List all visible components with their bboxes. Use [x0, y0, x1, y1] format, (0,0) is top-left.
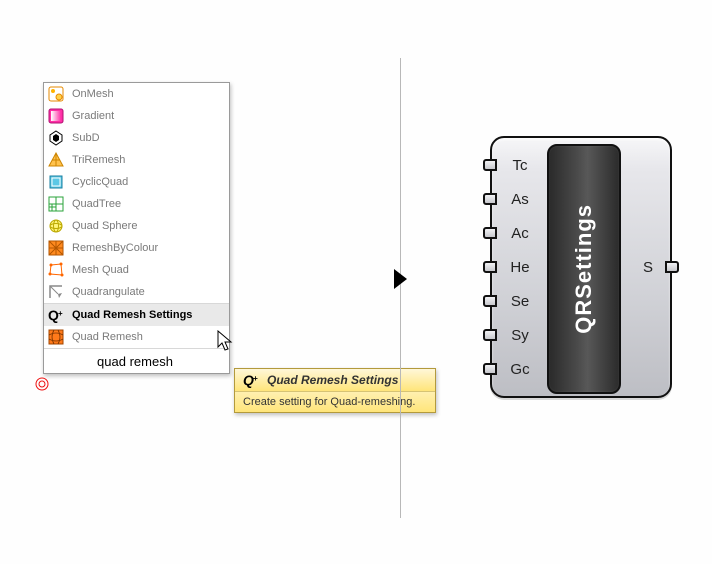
- input-port-se[interactable]: Se: [483, 292, 531, 310]
- port-label: Tc: [509, 157, 531, 174]
- menu-item-triremesh[interactable]: TriRemesh: [44, 149, 229, 171]
- menu-item-label: Quad Sphere: [72, 220, 137, 232]
- port-pin-icon: [483, 295, 497, 307]
- input-port-gc[interactable]: Gc: [483, 360, 531, 378]
- port-label: Sy: [509, 327, 531, 344]
- tooltip: Q+ Quad Remesh Settings Create setting f…: [234, 368, 436, 413]
- input-port-sy[interactable]: Sy: [483, 326, 531, 344]
- input-port-as[interactable]: As: [483, 190, 531, 208]
- menu-item-label: Quad Remesh: [72, 331, 143, 343]
- subd-icon: [48, 130, 64, 146]
- port-label: Ac: [509, 225, 531, 242]
- qplus-icon: Q+: [48, 307, 64, 323]
- menu-item-meshquad[interactable]: Mesh Quad: [44, 259, 229, 281]
- menu-item-subd[interactable]: SubD: [44, 127, 229, 149]
- input-port-ac[interactable]: Ac: [483, 224, 531, 242]
- quadtree-icon: [48, 196, 64, 212]
- input-ports: Tc As Ac He Se Sy Gc: [483, 156, 531, 378]
- port-pin-icon: [483, 261, 497, 273]
- gradient-icon: [48, 108, 64, 124]
- svg-text:+: +: [58, 309, 63, 318]
- arrow-right-icon: [393, 268, 409, 293]
- menu-item-cyclicquad[interactable]: CyclicQuad: [44, 171, 229, 193]
- menu-item-onmesh[interactable]: OnMesh: [44, 83, 229, 105]
- output-ports: S: [643, 258, 679, 276]
- svg-text:+: +: [253, 374, 258, 383]
- tooltip-title: Quad Remesh Settings: [267, 373, 398, 387]
- meshquad-icon: [48, 262, 64, 278]
- menu-item-gradient[interactable]: Gradient: [44, 105, 229, 127]
- menu-item-quadtree[interactable]: QuadTree: [44, 193, 229, 215]
- menu-item-label: TriRemesh: [72, 154, 125, 166]
- menu-item-quadrangulate[interactable]: Quadrangulate: [44, 281, 229, 303]
- component-search-input[interactable]: [45, 350, 225, 372]
- port-label: He: [509, 259, 531, 276]
- input-port-tc[interactable]: Tc: [483, 156, 531, 174]
- quadsphere-icon: [48, 218, 64, 234]
- port-pin-icon: [483, 363, 497, 375]
- port-pin-icon: [483, 329, 497, 341]
- port-label: As: [509, 191, 531, 208]
- port-label: Gc: [509, 361, 531, 378]
- port-pin-icon: [483, 159, 497, 171]
- tooltip-body: Create setting for Quad-remeshing.: [235, 391, 435, 412]
- component-qrsettings[interactable]: QRSettings Tc As Ac He Se Sy: [490, 136, 672, 398]
- component-search-popup: OnMesh Gradient SubD TriRemesh CyclicQua…: [43, 82, 230, 374]
- quadremesh-icon: [48, 329, 64, 345]
- menu-item-remeshbycolour[interactable]: RemeshByColour: [44, 237, 229, 259]
- menu-item-label: Mesh Quad: [72, 264, 129, 276]
- port-pin-icon: [483, 227, 497, 239]
- menu-item-label: Gradient: [72, 110, 114, 122]
- menu-item-quadsphere[interactable]: Quad Sphere: [44, 215, 229, 237]
- port-pin-icon: [483, 193, 497, 205]
- component-capsule: QRSettings: [547, 144, 621, 394]
- target-ring-icon: [34, 376, 50, 395]
- menu-item-quad-remesh-settings[interactable]: Q+ Quad Remesh Settings: [44, 303, 229, 326]
- qplus-icon: Q+: [243, 372, 259, 388]
- cyclicquad-icon: [48, 174, 64, 190]
- port-label: S: [643, 259, 653, 276]
- menu-item-label: Quad Remesh Settings: [72, 309, 192, 321]
- menu-item-label: CyclicQuad: [72, 176, 128, 188]
- port-label: Se: [509, 293, 531, 310]
- menu-item-label: OnMesh: [72, 88, 114, 100]
- input-port-he[interactable]: He: [483, 258, 531, 276]
- menu-item-label: SubD: [72, 132, 100, 144]
- quadrangulate-icon: [48, 284, 64, 300]
- triremesh-icon: [48, 152, 64, 168]
- port-pin-icon: [665, 261, 679, 273]
- menu-item-label: QuadTree: [72, 198, 121, 210]
- search-row: [44, 348, 229, 373]
- menu-item-label: RemeshByColour: [72, 242, 158, 254]
- menu-item-quad-remesh[interactable]: Quad Remesh: [44, 326, 229, 348]
- menu-item-label: Quadrangulate: [72, 286, 145, 298]
- remeshbycolour-icon: [48, 240, 64, 256]
- output-port-s[interactable]: S: [643, 258, 679, 276]
- onmesh-icon: [48, 86, 64, 102]
- component-label: QRSettings: [571, 204, 597, 334]
